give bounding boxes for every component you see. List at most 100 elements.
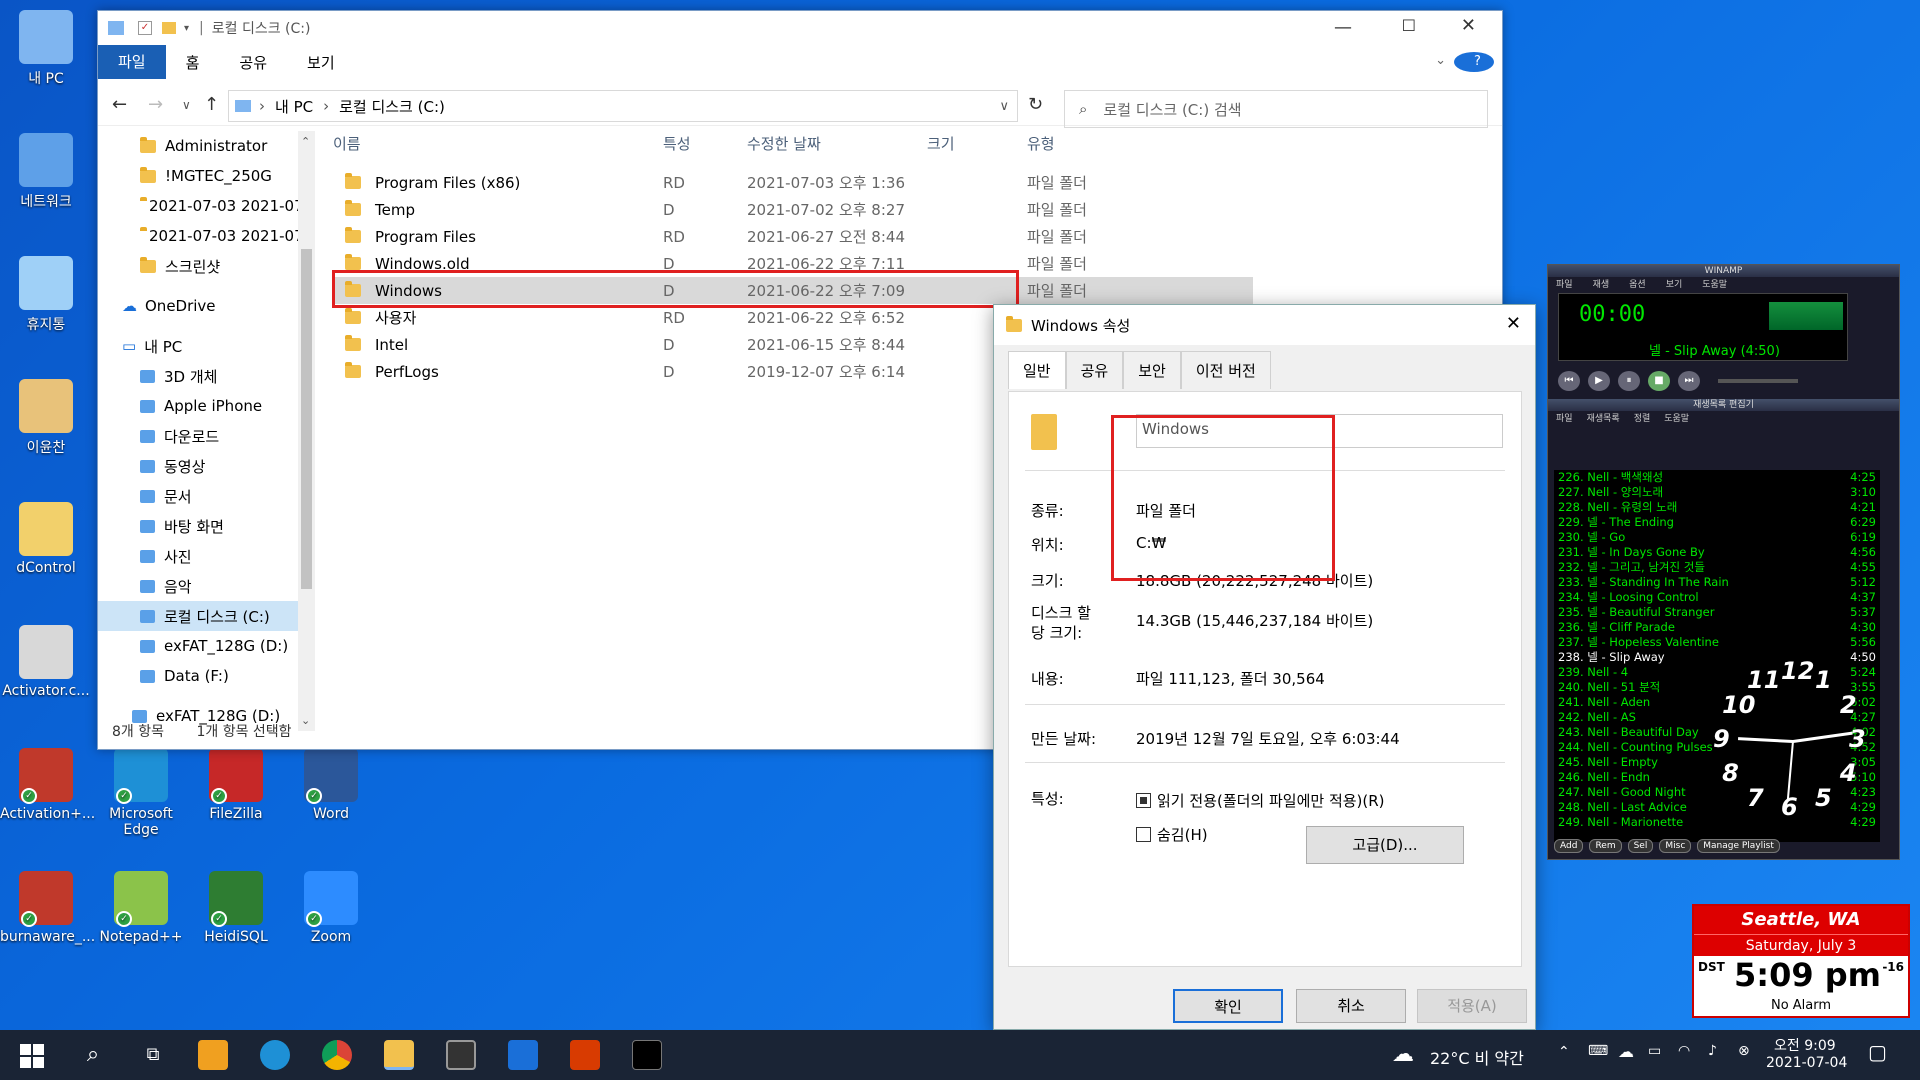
recent-chevron-icon[interactable]: ∨: [182, 98, 191, 112]
playlist-button[interactable]: Manage Playlist: [1697, 839, 1780, 853]
desktop-icon[interactable]: 이윤찬: [0, 379, 92, 457]
notification-icon[interactable]: ▢: [1868, 1040, 1887, 1064]
playlist-item[interactable]: 229. 넬 - The Ending 6:29: [1554, 515, 1880, 530]
minimize-button[interactable]: —: [1334, 17, 1352, 38]
cancel-button[interactable]: 취소: [1296, 989, 1406, 1023]
file-row[interactable]: Temp D 2021-07-02 오후 8:27 파일 폴더: [333, 196, 1253, 223]
tab-security[interactable]: 보안: [1123, 351, 1181, 389]
winamp-menu-item[interactable]: 재생: [1593, 277, 1610, 291]
search-icon[interactable]: ⌕: [78, 1040, 108, 1070]
desktop-icon[interactable]: Activator.c...: [0, 625, 92, 699]
file-row[interactable]: Program Files (x86) RD 2021-07-03 오후 1:36 파…: [333, 169, 1253, 196]
desktop-icon[interactable]: ✓ Zoom: [285, 871, 377, 945]
nav-item[interactable]: ☁ OneDrive: [98, 291, 298, 321]
nav-item[interactable]: 2021-07-03 2021-07: [98, 191, 298, 221]
mail-taskbar-icon[interactable]: [508, 1040, 538, 1070]
playlist-item[interactable]: 236. 넬 - Cliff Parade 4:30: [1554, 620, 1880, 635]
address-dropdown-icon[interactable]: ∨: [999, 99, 1009, 114]
playlist-button[interactable]: Sel: [1627, 839, 1654, 853]
close-button[interactable]: ✕: [1461, 15, 1476, 36]
playlist-item[interactable]: 231. 넬 - In Days Gone By 4:56: [1554, 545, 1880, 560]
nav-item[interactable]: 문서: [98, 481, 298, 511]
playlist-item[interactable]: 234. 넬 - Loosing Control 4:37: [1554, 590, 1880, 605]
playlist-item[interactable]: 230. 넬 - Go 6:19: [1554, 530, 1880, 545]
desktop-icon[interactable]: ✓ Activation+...: [0, 748, 95, 822]
ok-button[interactable]: 확인: [1173, 989, 1283, 1023]
maximize-button[interactable]: ☐: [1402, 16, 1416, 35]
desktop-icon[interactable]: ✓ FileZilla: [190, 748, 282, 822]
up-arrow-icon[interactable]: ↑: [204, 94, 219, 115]
desktop-icon[interactable]: 내 PC: [0, 10, 92, 88]
playlist-menu-item[interactable]: 파일: [1556, 411, 1573, 425]
help-icon[interactable]: ?: [1454, 52, 1494, 72]
playlist-item[interactable]: 237. 넬 - Hopeless Valentine 5:56: [1554, 635, 1880, 650]
tray-chevron-icon[interactable]: ⌃: [1558, 1044, 1570, 1060]
nav-item[interactable]: 동영상: [98, 451, 298, 481]
device-icon[interactable]: ⌨: [1588, 1043, 1608, 1059]
new-folder-icon[interactable]: [162, 22, 176, 34]
refresh-icon[interactable]: ↻: [1028, 94, 1043, 115]
tab-sharing[interactable]: 공유: [1065, 351, 1124, 389]
volume-slider[interactable]: [1718, 379, 1798, 383]
file-row[interactable]: Program Files RD 2021-06-27 오전 8:44 파일 폴더: [333, 223, 1253, 250]
dialog-close-button[interactable]: ✕: [1506, 313, 1521, 334]
desktop-icon[interactable]: ✓ Notepad++: [95, 871, 187, 945]
col-date[interactable]: 수정한 날짜: [747, 133, 927, 163]
tray-date[interactable]: 2021-07-04: [1766, 1055, 1847, 1071]
playlist-button[interactable]: Rem: [1589, 839, 1622, 853]
nav-item[interactable]: Data (F:): [98, 661, 298, 691]
onedrive-icon[interactable]: ☁: [1618, 1042, 1634, 1061]
tab-home[interactable]: 홈: [166, 52, 220, 73]
address-bar[interactable]: › 내 PC › 로컬 디스크 (C:) ∨: [228, 90, 1018, 122]
tab-general[interactable]: 일반: [1008, 351, 1066, 389]
edge-taskbar-icon[interactable]: [260, 1040, 290, 1070]
playlist-item[interactable]: 226. Nell - 백색왜성 4:25: [1554, 470, 1880, 485]
pause-button[interactable]: ⏸: [1618, 371, 1640, 391]
playlist-item[interactable]: 232. 넬 - 그리고, 남겨진 것들 4:55: [1554, 560, 1880, 575]
next-button[interactable]: ⏭: [1678, 371, 1700, 391]
col-size[interactable]: 크기: [927, 133, 1027, 163]
nav-item[interactable]: Apple iPhone: [98, 391, 298, 421]
col-attr[interactable]: 특성: [663, 133, 747, 163]
task-view-icon[interactable]: ⧉: [138, 1040, 168, 1070]
playlist-button[interactable]: Add: [1554, 839, 1584, 853]
nav-item[interactable]: !MGTEC_250G: [98, 161, 298, 191]
stop-button[interactable]: ■: [1648, 371, 1670, 391]
col-type[interactable]: 유형: [1027, 133, 1177, 163]
terminal-taskbar-icon[interactable]: [632, 1040, 662, 1070]
nav-item[interactable]: Administrator: [98, 131, 298, 161]
playlist-item[interactable]: 235. 넬 - Beautiful Stranger 5:37: [1554, 605, 1880, 620]
playlist-item[interactable]: 227. Nell - 양의노래 3:10: [1554, 485, 1880, 500]
nav-item[interactable]: 바탕 화면: [98, 511, 298, 541]
desktop-icon[interactable]: 네트워크: [0, 133, 92, 211]
breadcrumb-drive[interactable]: 로컬 디스크 (C:): [339, 96, 445, 117]
chrome-taskbar-icon[interactable]: [322, 1040, 352, 1070]
winamp-menu-item[interactable]: 파일: [1556, 277, 1573, 291]
winamp-menu-item[interactable]: 옵션: [1629, 277, 1646, 291]
nav-item[interactable]: 음악: [98, 571, 298, 601]
desktop-icon[interactable]: ✓ Word: [285, 748, 377, 822]
play-button[interactable]: ▶: [1588, 371, 1610, 391]
nav-item[interactable]: 로컬 디스크 (C:): [98, 601, 298, 631]
search-input[interactable]: ⌕ 로컬 디스크 (C:) 검색: [1064, 90, 1488, 128]
weather-text[interactable]: 22°C 비 약간: [1430, 1045, 1524, 1069]
nav-item[interactable]: 3D 개체: [98, 361, 298, 391]
desktop-icon[interactable]: ✓ burnaware_...: [0, 871, 95, 945]
volume-icon[interactable]: ♪: [1708, 1043, 1717, 1059]
advanced-button[interactable]: 고급(D)...: [1306, 826, 1464, 864]
playlist-menu-item[interactable]: 재생목록: [1587, 411, 1620, 425]
nav-scrollbar[interactable]: ⌃ ⌄: [298, 131, 315, 731]
breadcrumb-pc[interactable]: 내 PC: [275, 96, 313, 117]
col-name[interactable]: 이름: [333, 133, 663, 163]
tab-share[interactable]: 공유: [219, 52, 287, 73]
playlist-item[interactable]: 228. Nell - 유령의 노래 4:21: [1554, 500, 1880, 515]
playlist-item[interactable]: 233. 넬 - Standing In The Rain 5:12: [1554, 575, 1880, 590]
winamp-menu-item[interactable]: 보기: [1666, 277, 1683, 291]
apply-button[interactable]: 적용(A): [1417, 989, 1527, 1023]
weather-icon[interactable]: ☁: [1392, 1042, 1414, 1067]
playlist-button[interactable]: Misc: [1659, 839, 1692, 853]
playlist-menu-item[interactable]: 정렬: [1634, 411, 1651, 425]
desktop-icon[interactable]: dControl: [0, 502, 92, 576]
explorer-taskbar-icon[interactable]: [384, 1040, 414, 1070]
properties-icon[interactable]: ✓: [138, 21, 152, 35]
